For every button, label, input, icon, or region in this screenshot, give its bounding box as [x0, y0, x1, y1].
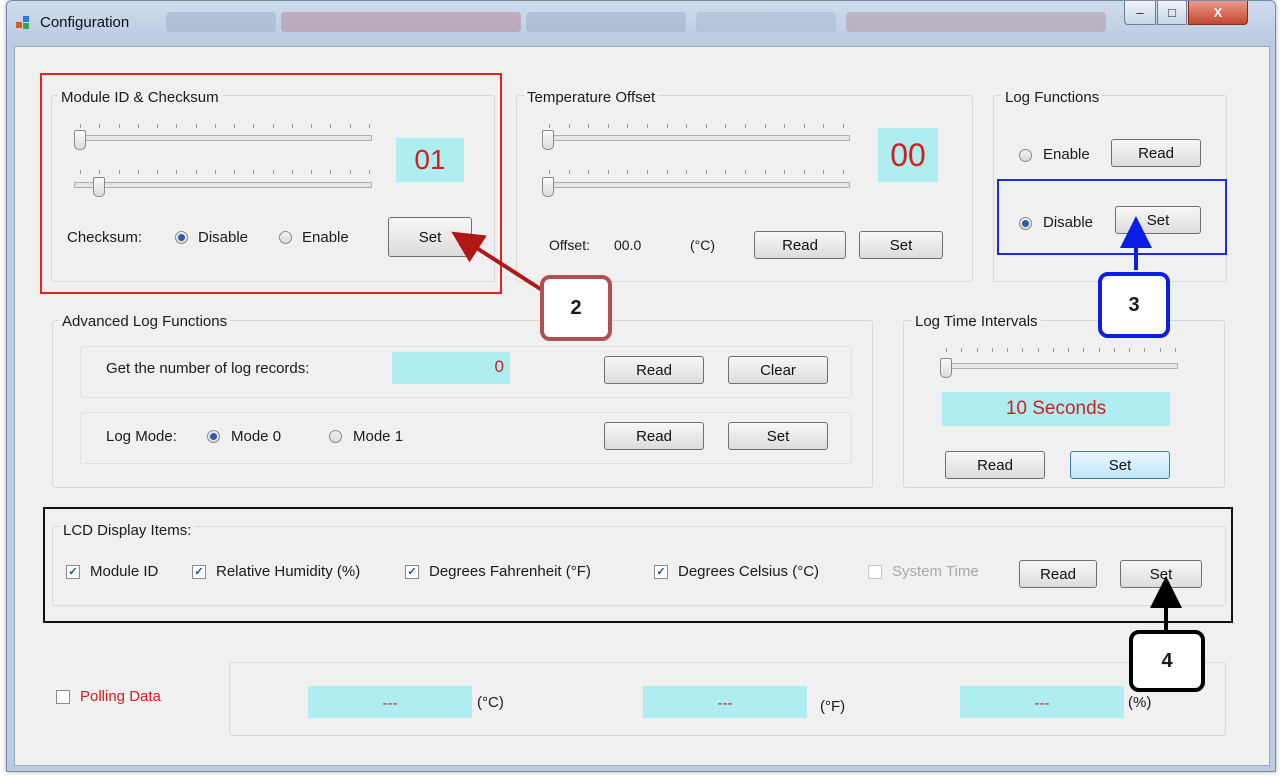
annotation-arrows: [451, 216, 1182, 630]
callout-3: 3: [1098, 272, 1170, 338]
callout-2-arrow: [451, 231, 544, 292]
callout-2: 2: [540, 275, 612, 341]
callout-4: 4: [1129, 630, 1205, 692]
